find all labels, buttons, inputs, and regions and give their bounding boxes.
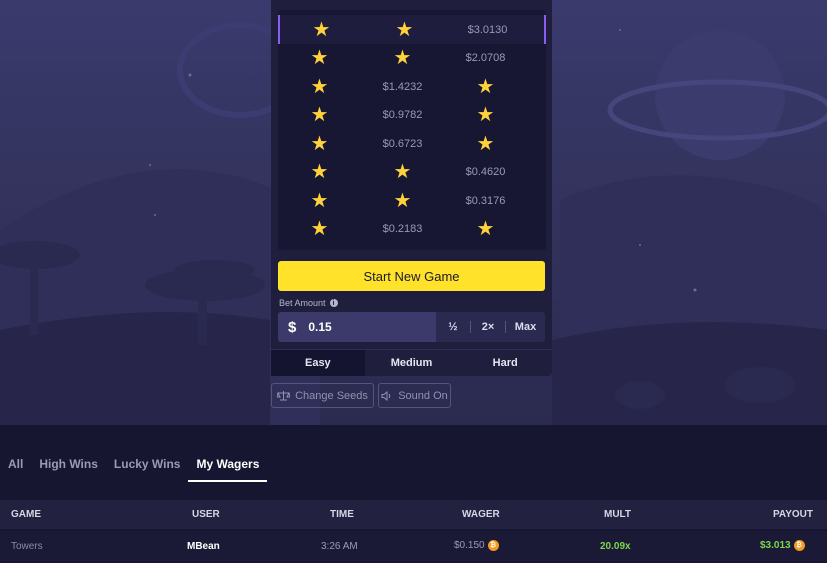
header-wager: WAGER [462, 509, 500, 520]
bet-amount-value: 0.15 [308, 320, 332, 334]
tile-payout[interactable]: $2.0708 [444, 43, 527, 72]
sound-toggle-button[interactable]: Sound On [378, 383, 451, 408]
tower-row: ★ ★ $0.4620 [278, 157, 546, 186]
tower-row: ★ $0.9782 ★ [278, 100, 546, 129]
tile-star[interactable]: ★ [280, 15, 363, 44]
tile-payout[interactable]: $0.9782 [361, 100, 444, 129]
cell-game[interactable]: Towers [11, 541, 43, 552]
star-icon: ★ [393, 46, 412, 69]
tower-row: ★ ★ $0.3176 [278, 186, 546, 215]
wagers-table-header: GAME USER TIME WAGER MULT PAYOUT [0, 500, 827, 529]
tower-row: ★ ★ $3.0130 [278, 15, 546, 44]
tile-star[interactable]: ★ [278, 186, 361, 215]
star-icon: ★ [310, 160, 329, 183]
sound-label: Sound On [398, 389, 448, 402]
tile-payout[interactable]: $0.3176 [444, 186, 527, 215]
star-icon: ★ [395, 18, 414, 41]
cell-time: 3:26 AM [321, 540, 358, 552]
tile-star[interactable]: ★ [278, 72, 361, 101]
tile-star[interactable]: ★ [361, 43, 444, 72]
cell-wager: $0.150 ₿ [454, 540, 499, 552]
cell-mult: 20.09x [600, 540, 631, 552]
bitcoin-icon: ₿ [793, 540, 805, 552]
tower-row: ★ $1.4232 ★ [278, 72, 546, 101]
double-bet-button[interactable]: 2× [471, 312, 505, 342]
bet-amount-label: Bet Amount i [279, 298, 338, 308]
header-game: GAME [11, 509, 41, 520]
tile-star[interactable]: ★ [363, 15, 446, 44]
tile-star[interactable]: ★ [278, 43, 361, 72]
star-icon: ★ [310, 132, 329, 155]
tower-row: ★ $0.6723 ★ [278, 129, 546, 158]
payout-value: $3.013 [760, 540, 791, 552]
star-icon: ★ [310, 217, 329, 240]
header-user: USER [192, 509, 220, 520]
change-seeds-button[interactable]: Change Seeds [271, 383, 374, 408]
table-row[interactable]: Towers MBean 3:26 AM $0.150 ₿ 20.09x $3.0… [0, 531, 827, 561]
bitcoin-icon: ₿ [487, 540, 499, 552]
info-icon[interactable]: i [329, 299, 338, 307]
cell-user[interactable]: MBean [187, 541, 220, 552]
tile-payout[interactable]: $0.6723 [361, 129, 444, 158]
tile-star[interactable]: ★ [361, 186, 444, 215]
star-icon: ★ [310, 46, 329, 69]
star-icon: ★ [310, 103, 329, 126]
tile-star[interactable]: ★ [361, 157, 444, 186]
star-icon: ★ [476, 132, 495, 155]
star-icon: ★ [393, 160, 412, 183]
star-icon: ★ [476, 217, 495, 240]
tab-lucky-wins[interactable]: Lucky Wins [106, 448, 189, 482]
header-mult: MULT [604, 509, 632, 520]
tab-all[interactable]: All [0, 448, 31, 482]
tab-easy[interactable]: Easy [271, 350, 365, 376]
bet-amount-row: $ 0.15 ½ 2× Max [278, 312, 545, 342]
change-seeds-label: Change Seeds [295, 389, 368, 402]
feed-tabs: All High Wins Lucky Wins My Wagers [0, 448, 268, 482]
tab-hard[interactable]: Hard [458, 350, 552, 376]
star-icon: ★ [476, 75, 495, 98]
star-icon: ★ [310, 189, 329, 212]
star-icon: ★ [393, 189, 412, 212]
half-bet-button[interactable]: ½ [436, 312, 470, 342]
tile-star[interactable]: ★ [278, 157, 361, 186]
bet-amount-input[interactable]: $ 0.15 [278, 312, 436, 342]
speaker-icon [381, 390, 391, 401]
start-new-game-button[interactable]: Start New Game [278, 261, 545, 291]
scale-icon [277, 391, 291, 401]
header-time: TIME [330, 509, 354, 520]
tile-star[interactable]: ★ [444, 214, 527, 243]
star-icon: ★ [312, 18, 331, 41]
tower-grid: ★ ★ $3.0130 ★ ★ $2.0708 ★ $1.4232 ★ ★ $0.9782 ★ ★ $0.… [278, 10, 546, 250]
tab-medium[interactable]: Medium [365, 350, 459, 376]
tab-high-wins[interactable]: High Wins [31, 448, 106, 482]
tile-payout[interactable]: $3.0130 [446, 15, 529, 44]
cell-payout: $3.013 ₿ [760, 540, 805, 552]
wager-value: $0.150 [454, 540, 485, 552]
tile-star[interactable]: ★ [278, 100, 361, 129]
tile-payout[interactable]: $0.4620 [444, 157, 527, 186]
tower-row: ★ $0.2183 ★ [278, 214, 546, 243]
header-payout: PAYOUT [773, 509, 814, 520]
tile-star[interactable]: ★ [278, 129, 361, 158]
tile-star[interactable]: ★ [444, 129, 527, 158]
difficulty-tabs: Easy Medium Hard [271, 349, 552, 376]
max-bet-button[interactable]: Max [506, 312, 545, 342]
star-icon: ★ [310, 75, 329, 98]
tile-star[interactable]: ★ [444, 100, 527, 129]
tile-payout[interactable]: $0.2183 [361, 214, 444, 243]
dollar-icon: $ [288, 318, 297, 336]
tile-payout[interactable]: $1.4232 [361, 72, 444, 101]
bet-amount-label-text: Bet Amount [279, 298, 326, 308]
tile-star[interactable]: ★ [278, 214, 361, 243]
towers-game-panel: ★ ★ $3.0130 ★ ★ $2.0708 ★ $1.4232 ★ ★ $0.9782 ★ ★ $0.… [271, 0, 552, 376]
tile-star[interactable]: ★ [444, 72, 527, 101]
tab-my-wagers[interactable]: My Wagers [188, 448, 268, 482]
star-icon: ★ [476, 103, 495, 126]
tower-row: ★ ★ $2.0708 [278, 43, 546, 72]
